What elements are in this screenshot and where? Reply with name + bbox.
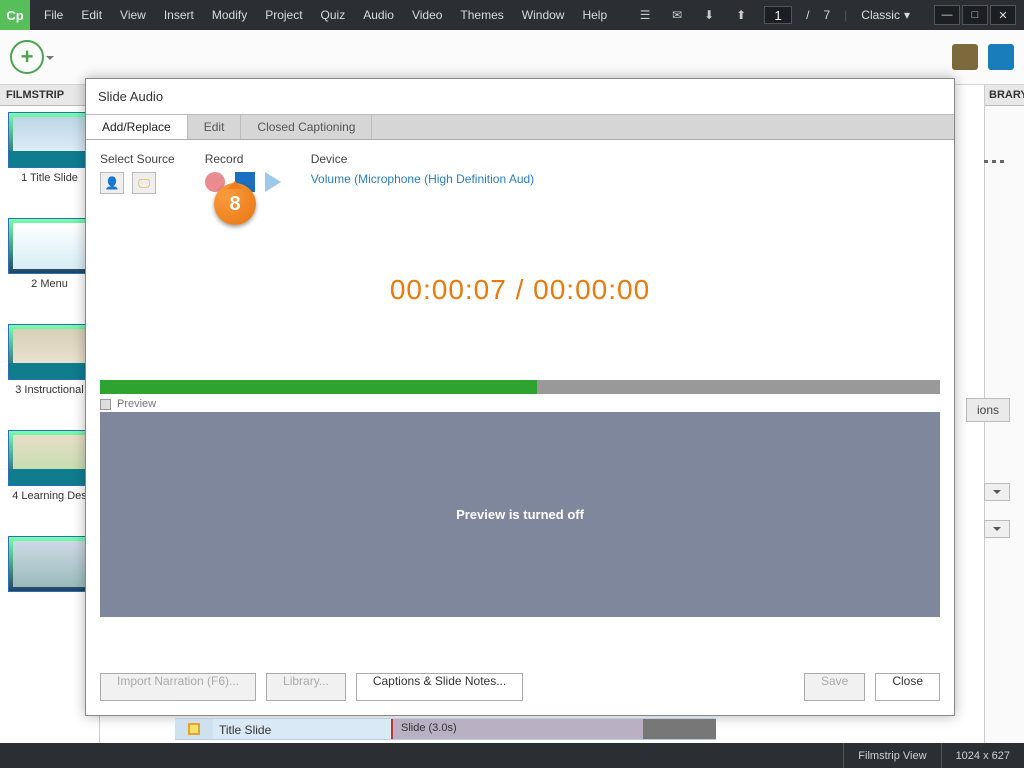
main-menu: File Edit View Insert Modify Project Qui… [30, 8, 607, 22]
status-bar: Filmstrip View 1024 x 627 [0, 743, 1024, 768]
window-maximize-button[interactable]: □ [962, 5, 988, 25]
source-narration-icon[interactable]: 👤 [100, 172, 124, 194]
page-sep: / [806, 8, 809, 22]
properties-view-icons[interactable] [984, 160, 1010, 170]
tab-add-replace[interactable]: Add/Replace [86, 115, 188, 139]
recording-timer: 00:00:07 / 00:00:00 [100, 274, 940, 306]
status-dimensions: 1024 x 627 [941, 743, 1024, 768]
menu-window[interactable]: Window [522, 8, 565, 22]
filmstrip-thumb-1[interactable]: 1 Title Slide [4, 112, 95, 184]
interactions-button-fragment[interactable]: ions [966, 398, 1010, 422]
assets-icon-1[interactable] [952, 44, 978, 70]
upload-icon[interactable]: ⬆ [732, 6, 750, 24]
timeline-visibility-icon[interactable] [175, 719, 213, 739]
step-callout-8: 8 [214, 183, 256, 225]
app-menubar: Cp File Edit View Insert Modify Project … [0, 0, 1024, 30]
menu-quiz[interactable]: Quiz [321, 8, 346, 22]
window-close-button[interactable]: ✕ [990, 5, 1016, 25]
download-icon[interactable]: ⬇ [700, 6, 718, 24]
feedback-icon[interactable]: ☰ [636, 6, 654, 24]
menu-audio[interactable]: Audio [363, 8, 394, 22]
select-source-label: Select Source [100, 152, 175, 166]
thumb-label: 2 Menu [4, 278, 95, 290]
slide-audio-dialog: Slide Audio Add/Replace Edit Closed Capt… [85, 78, 955, 716]
thumb-label: 4 Learning Des [4, 490, 95, 502]
menu-project[interactable]: Project [265, 8, 302, 22]
close-button[interactable]: Close [875, 673, 940, 701]
properties-dropdown-2[interactable] [984, 520, 1010, 538]
menu-file[interactable]: File [44, 8, 63, 22]
filmstrip-thumb-4[interactable]: 4 Learning Des [4, 430, 95, 502]
dialog-title: Slide Audio [86, 79, 954, 114]
device-link[interactable]: Volume (Microphone (High Definition Aud) [311, 172, 534, 186]
timeline-slide-block[interactable]: Slide (3.0s) [391, 719, 643, 739]
page-current-input[interactable] [764, 6, 792, 24]
library-button[interactable]: Library... [266, 673, 346, 701]
workspace-switcher[interactable]: Classic ▾ [861, 8, 910, 22]
menu-modify[interactable]: Modify [212, 8, 247, 22]
library-header: BRARY [985, 85, 1024, 106]
tab-closed-captioning[interactable]: Closed Captioning [241, 115, 372, 139]
thumb-label: 3 Instructional [4, 384, 95, 396]
preview-checkbox-label: Preview [117, 398, 156, 410]
page-total: 7 [823, 8, 830, 22]
toolbar: + [0, 30, 1024, 85]
menu-themes[interactable]: Themes [460, 8, 503, 22]
source-system-icon[interactable]: 🖵 [132, 172, 156, 194]
properties-dropdown-1[interactable] [984, 483, 1010, 501]
filmstrip-thumb-3[interactable]: 3 Instructional [4, 324, 95, 396]
tab-edit[interactable]: Edit [188, 115, 242, 139]
mail-icon[interactable]: ✉ [668, 6, 686, 24]
captions-slide-notes-button[interactable]: Captions & Slide Notes... [356, 673, 523, 701]
save-button[interactable]: Save [804, 673, 865, 701]
record-label: Record [205, 152, 281, 166]
play-button[interactable] [265, 172, 281, 192]
app-logo: Cp [0, 0, 30, 30]
preview-checkbox[interactable] [100, 399, 111, 410]
menu-help[interactable]: Help [582, 8, 607, 22]
window-minimize-button[interactable]: — [934, 5, 960, 25]
recording-progress [100, 380, 940, 394]
menu-view[interactable]: View [120, 8, 146, 22]
filmstrip-thumb-2[interactable]: 2 Menu [4, 218, 95, 290]
thumb-label: 1 Title Slide [4, 172, 95, 184]
menu-edit[interactable]: Edit [81, 8, 102, 22]
add-slide-button[interactable]: + [10, 40, 44, 74]
device-label: Device [311, 152, 534, 166]
preview-message: Preview is turned off [456, 507, 584, 522]
menu-video[interactable]: Video [412, 8, 442, 22]
status-view: Filmstrip View [843, 743, 940, 768]
import-narration-button[interactable]: Import Narration (F6)... [100, 673, 256, 701]
assets-icon-2[interactable] [988, 44, 1014, 70]
timeline-slide-title: Title Slide [219, 719, 271, 741]
filmstrip-thumb-5[interactable] [4, 536, 95, 592]
preview-pane: Preview is turned off [100, 412, 940, 617]
menu-insert[interactable]: Insert [164, 8, 194, 22]
